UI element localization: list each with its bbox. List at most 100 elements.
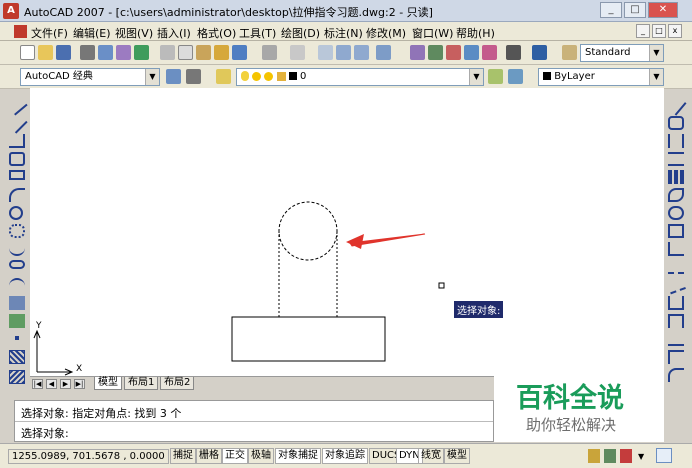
circle-icon[interactable] xyxy=(9,206,23,220)
menu-format[interactable]: 格式(O) xyxy=(197,25,236,41)
osnap-toggle[interactable]: 对象捕捉 xyxy=(275,448,321,464)
polar-toggle[interactable]: 极轴 xyxy=(248,448,274,464)
extend-icon[interactable] xyxy=(666,275,686,295)
lineweight-toggle[interactable]: 线宽 xyxy=(418,448,444,464)
construction-line-icon[interactable] xyxy=(6,112,28,134)
tab-layout1[interactable]: 布局1 xyxy=(124,377,159,390)
fillet-icon[interactable] xyxy=(668,368,684,382)
print-icon[interactable] xyxy=(80,45,95,60)
copy-icon[interactable] xyxy=(178,45,193,60)
rotate-icon[interactable] xyxy=(668,206,684,220)
doc-close-button[interactable]: x xyxy=(668,24,682,38)
chamfer-icon[interactable] xyxy=(668,350,684,364)
zoom-window-icon[interactable] xyxy=(354,45,369,60)
erase-icon[interactable] xyxy=(665,94,687,116)
revision-cloud-icon[interactable] xyxy=(9,224,25,238)
menu-edit[interactable]: 编辑(E) xyxy=(73,25,111,41)
properties-icon[interactable] xyxy=(410,45,425,60)
doc-restore-button[interactable]: □ xyxy=(652,24,666,38)
make-block-icon[interactable] xyxy=(9,314,25,328)
menu-window[interactable]: 窗口(W) xyxy=(412,25,453,41)
hatch-icon[interactable] xyxy=(9,350,25,364)
restore-button[interactable]: □ xyxy=(624,2,646,18)
tab-model[interactable]: 模型 xyxy=(94,377,122,390)
next-tab-button[interactable]: ▶ xyxy=(60,379,71,389)
status-menu-arrow[interactable]: ▼ xyxy=(638,452,644,461)
insert-block-icon[interactable] xyxy=(9,296,25,310)
calculator-icon[interactable] xyxy=(506,45,521,60)
menu-tools[interactable]: 工具(T) xyxy=(239,25,276,41)
polygon-icon[interactable] xyxy=(9,152,25,166)
markup-icon[interactable] xyxy=(482,45,497,60)
autocad-app-icon[interactable]: A xyxy=(3,3,19,19)
layer-previous-icon[interactable] xyxy=(508,69,523,84)
color-dropdown[interactable]: ByLayer ▼ xyxy=(538,68,664,86)
menu-view[interactable]: 视图(V) xyxy=(115,25,153,41)
open-folder-icon[interactable] xyxy=(38,45,53,60)
zoom-realtime-icon[interactable] xyxy=(336,45,351,60)
move-icon[interactable] xyxy=(668,188,684,202)
menu-dimension[interactable]: 标注(N) xyxy=(324,25,363,41)
workspace-dropdown[interactable]: AutoCAD 经典 ▼ xyxy=(20,68,160,86)
minimize-button[interactable]: _ xyxy=(600,2,622,18)
block-editor-icon[interactable] xyxy=(232,45,247,60)
menu-file[interactable]: 文件(F) xyxy=(31,25,68,41)
break-at-point-icon[interactable] xyxy=(668,296,684,310)
gradient-icon[interactable] xyxy=(9,370,25,384)
layer-dropdown[interactable]: 0 ▼ xyxy=(236,68,484,86)
spline-icon[interactable] xyxy=(9,242,25,256)
drawing-canvas[interactable]: Y X xyxy=(30,88,664,376)
new-file-icon[interactable] xyxy=(20,45,35,60)
make-object-layer-current-icon[interactable] xyxy=(488,69,503,84)
document-icon[interactable] xyxy=(14,25,27,38)
trim-icon[interactable] xyxy=(668,260,684,274)
model-toggle[interactable]: 模型 xyxy=(444,448,470,464)
3d-dwf-icon[interactable] xyxy=(134,45,149,60)
tab-layout2[interactable]: 布局2 xyxy=(160,377,195,390)
print-preview-icon[interactable] xyxy=(98,45,113,60)
arc-icon[interactable] xyxy=(9,188,25,202)
ortho-toggle[interactable]: 正交 xyxy=(222,448,248,464)
doc-minimize-button[interactable]: _ xyxy=(636,24,650,38)
match-properties-icon[interactable] xyxy=(214,45,229,60)
menu-help[interactable]: 帮助(H) xyxy=(456,25,495,41)
lock-icon[interactable] xyxy=(588,449,600,463)
save-icon[interactable] xyxy=(56,45,71,60)
publish-icon[interactable] xyxy=(116,45,131,60)
stretch-icon[interactable] xyxy=(668,242,684,256)
help-icon[interactable] xyxy=(532,45,547,60)
pan-icon[interactable] xyxy=(318,45,333,60)
point-icon[interactable] xyxy=(15,336,19,340)
grid-toggle[interactable]: 栅格 xyxy=(196,448,222,464)
layer-manager-icon[interactable] xyxy=(216,69,231,84)
last-tab-button[interactable]: ▶| xyxy=(74,379,85,389)
undo-icon[interactable] xyxy=(262,45,277,60)
tool-palettes-icon[interactable] xyxy=(446,45,461,60)
join-icon[interactable] xyxy=(668,332,684,346)
close-button[interactable]: ✕ xyxy=(648,2,678,18)
paste-icon[interactable] xyxy=(196,45,211,60)
workspace-settings-icon[interactable] xyxy=(166,69,181,84)
clean-screen-icon[interactable] xyxy=(656,448,672,463)
mirror-icon[interactable] xyxy=(668,134,684,148)
copy-object-icon[interactable] xyxy=(668,116,684,130)
cut-icon[interactable] xyxy=(160,45,175,60)
communication-center-icon[interactable] xyxy=(604,449,616,463)
zoom-previous-icon[interactable] xyxy=(376,45,391,60)
text-style-icon[interactable] xyxy=(562,45,577,60)
redo-icon[interactable] xyxy=(290,45,305,60)
array-icon[interactable] xyxy=(668,170,684,184)
command-prompt[interactable]: 选择对象: xyxy=(21,425,69,441)
workspace-save-icon[interactable] xyxy=(186,69,201,84)
rectangle-icon[interactable] xyxy=(9,170,25,180)
scale-icon[interactable] xyxy=(668,224,684,238)
menu-draw[interactable]: 绘图(D) xyxy=(281,25,320,41)
coordinate-readout[interactable]: 1255.0989, 701.5678 , 0.0000 xyxy=(8,449,169,464)
snap-toggle[interactable]: 捕捉 xyxy=(170,448,196,464)
text-style-dropdown[interactable]: Standard ▼ xyxy=(580,44,664,62)
break-icon[interactable] xyxy=(668,314,684,328)
menu-insert[interactable]: 插入(I) xyxy=(157,25,191,41)
polyline-icon[interactable] xyxy=(9,134,25,148)
ellipse-arc-icon[interactable] xyxy=(9,278,25,292)
command-window[interactable]: 选择对象: 指定对角点: 找到 3 个 选择对象: xyxy=(14,400,494,442)
